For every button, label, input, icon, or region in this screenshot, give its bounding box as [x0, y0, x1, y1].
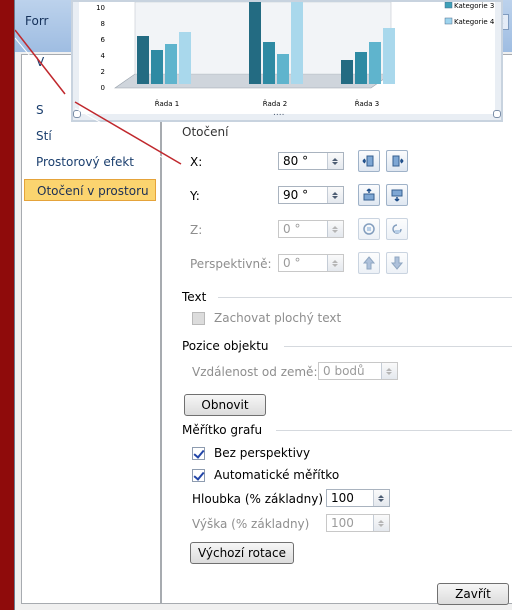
auto-scale-label: Automatické měřítko [214, 468, 340, 482]
no-perspective-label: Bez perspektivy [214, 446, 311, 460]
callout-lines [15, 29, 182, 169]
z-rotation-stepper[interactable]: 0 ° [278, 220, 344, 238]
chart-scale-label: Měřítko grafu [182, 423, 263, 437]
format-chart-area-dialog: Forr ✕ V S Stí Prostorový efekt Otočení … [14, 0, 512, 610]
perspective-value: 0 ° [283, 256, 301, 270]
depth-spin-buttons[interactable] [373, 490, 389, 506]
keep-flat-text-checkbox[interactable] [192, 312, 205, 325]
default-rotation-button[interactable]: Výchozí rotace [190, 542, 294, 564]
z-rotation-value: 0 ° [283, 222, 301, 236]
text-section-divider [218, 297, 512, 298]
narrow-field-icon[interactable] [358, 252, 380, 274]
depth-label: Hloubka (% základny) [192, 492, 324, 506]
object-position-divider [284, 346, 512, 347]
height-stepper[interactable]: 100 [326, 514, 390, 532]
reset-button[interactable]: Obnovit [184, 394, 266, 416]
distance-from-ground-label: Vzdálenost od země: [192, 365, 318, 379]
distance-stepper[interactable]: 0 bodů [318, 362, 398, 380]
object-position-label: Pozice objektu [182, 339, 269, 353]
perspective-spin-buttons[interactable] [327, 255, 343, 271]
height-spin-buttons[interactable] [373, 515, 389, 531]
height-label: Výška (% základny) [192, 517, 310, 531]
height-value: 100 [331, 516, 354, 530]
close-button[interactable]: Zavřít [437, 583, 509, 605]
rotate-clockwise-icon[interactable] [358, 218, 380, 240]
rotate-counterclockwise-icon[interactable] [386, 218, 408, 240]
z-label: Z: [190, 223, 203, 237]
widen-field-icon[interactable] [386, 252, 408, 274]
no-perspective-checkbox[interactable] [192, 447, 205, 460]
keep-flat-text-label: Zachovat plochý text [214, 311, 342, 325]
z-spin-buttons[interactable] [327, 221, 343, 237]
depth-stepper[interactable]: 100 [326, 489, 390, 507]
perspective-stepper[interactable]: 0 ° [278, 254, 344, 272]
auto-scale-checkbox[interactable] [192, 469, 205, 482]
distance-value: 0 bodů [323, 364, 365, 378]
text-section-label: Text [182, 290, 207, 304]
chart-scale-divider [276, 430, 512, 431]
depth-value: 100 [331, 491, 354, 505]
perspective-label: Perspektivně: [190, 257, 272, 271]
distance-spin-buttons[interactable] [381, 363, 397, 379]
